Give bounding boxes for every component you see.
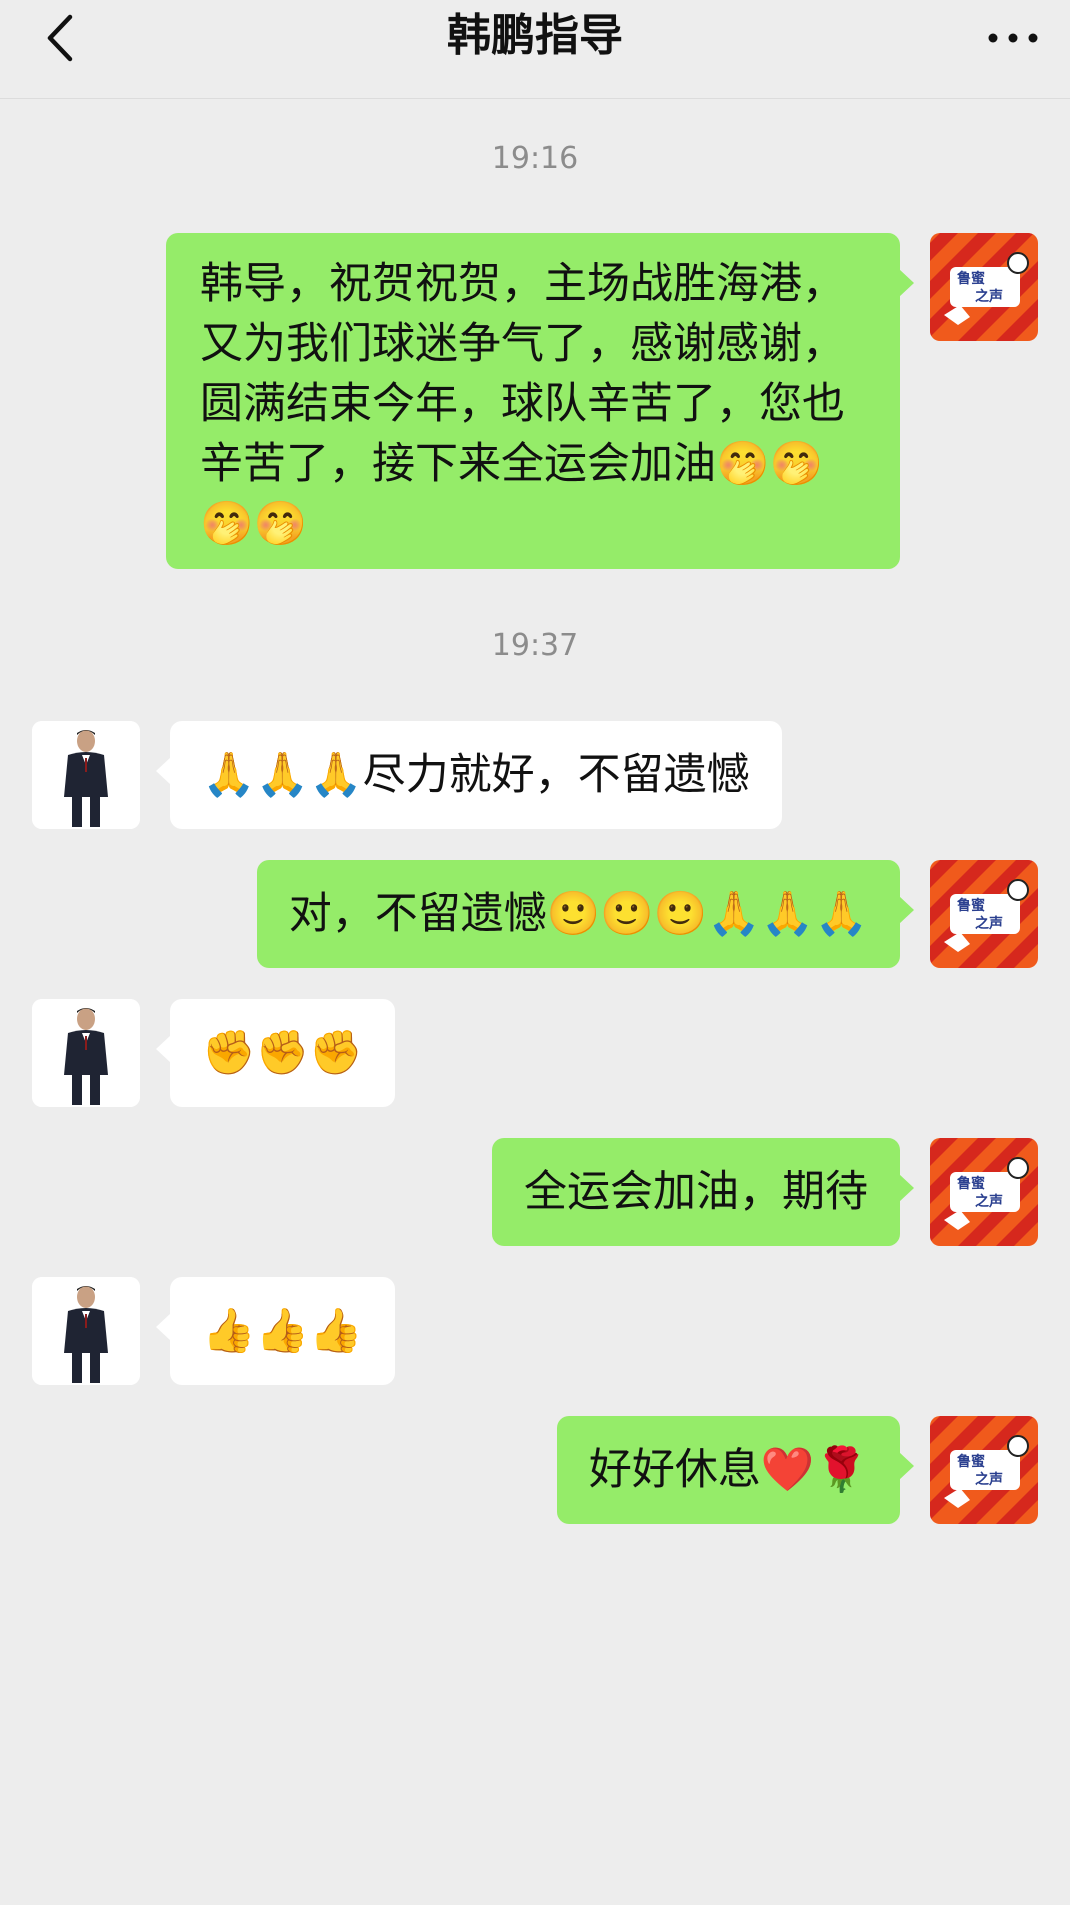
message-bubble-self[interactable]: 对，不留遗憾🙂🙂🙂🙏🙏🙏 [256, 860, 915, 968]
chat-header: 韩鹏指导 [0, 0, 1070, 99]
svg-text:之声: 之声 [975, 915, 1003, 932]
avatar-self[interactable]: 鲁蜜 之声 [930, 1138, 1038, 1246]
svg-text:之声: 之声 [975, 1193, 1003, 1210]
more-button[interactable] [982, 8, 1044, 68]
avatar-lumi-voice-logo: 鲁蜜 之声 [930, 233, 1038, 341]
avatar-peer[interactable] [32, 999, 140, 1107]
chat-title: 韩鹏指导 [447, 10, 623, 61]
message-bubble-peer[interactable]: ✊✊✊ [156, 999, 395, 1107]
avatar-coach-photo [32, 721, 140, 829]
avatar-self[interactable]: 鲁蜜 之声 [930, 1416, 1038, 1524]
message-bubble-self[interactable]: 韩导，祝贺祝贺，主场战胜海港，又为我们球迷争气了，感谢感谢，圆满结束今年，球队辛… [166, 233, 914, 569]
svg-text:之声: 之声 [975, 288, 1003, 305]
timestamp: 19:37 [491, 628, 579, 663]
svg-text:鲁蜜: 鲁蜜 [956, 1175, 985, 1192]
svg-text:鲁蜜: 鲁蜜 [956, 1453, 985, 1470]
chat-screen: 韩鹏指导 19:16 韩导，祝贺祝贺，主场战胜海港，又为我们球迷争气了，感谢感谢… [0, 0, 1070, 1905]
avatar-self[interactable]: 鲁蜜 之声 [930, 860, 1038, 968]
message-bubble-self[interactable]: 好好休息❤️🌹 [556, 1416, 915, 1524]
avatar-coach-photo [32, 999, 140, 1107]
avatar-peer[interactable] [32, 721, 140, 829]
svg-text:鲁蜜: 鲁蜜 [956, 897, 985, 914]
message-bubble-peer[interactable]: 🙏🙏🙏尽力就好，不留遗憾 [156, 721, 782, 829]
svg-text:鲁蜜: 鲁蜜 [956, 270, 985, 287]
avatar-lumi-voice-logo: 鲁蜜 之声 [930, 1138, 1038, 1246]
avatar-peer[interactable] [32, 1277, 140, 1385]
avatar-lumi-voice-logo: 鲁蜜 之声 [930, 1416, 1038, 1524]
avatar-lumi-voice-logo: 鲁蜜 之声 [930, 860, 1038, 968]
avatar-coach-photo [32, 1277, 140, 1385]
avatar-self[interactable]: 鲁蜜 之声 [930, 233, 1038, 341]
timestamp: 19:16 [491, 141, 579, 176]
message-bubble-peer[interactable]: 👍👍👍 [156, 1277, 395, 1385]
message-bubble-self[interactable]: 全运会加油，期待 [492, 1138, 914, 1246]
svg-text:之声: 之声 [975, 1471, 1003, 1488]
more-dots-icon [988, 33, 1038, 43]
